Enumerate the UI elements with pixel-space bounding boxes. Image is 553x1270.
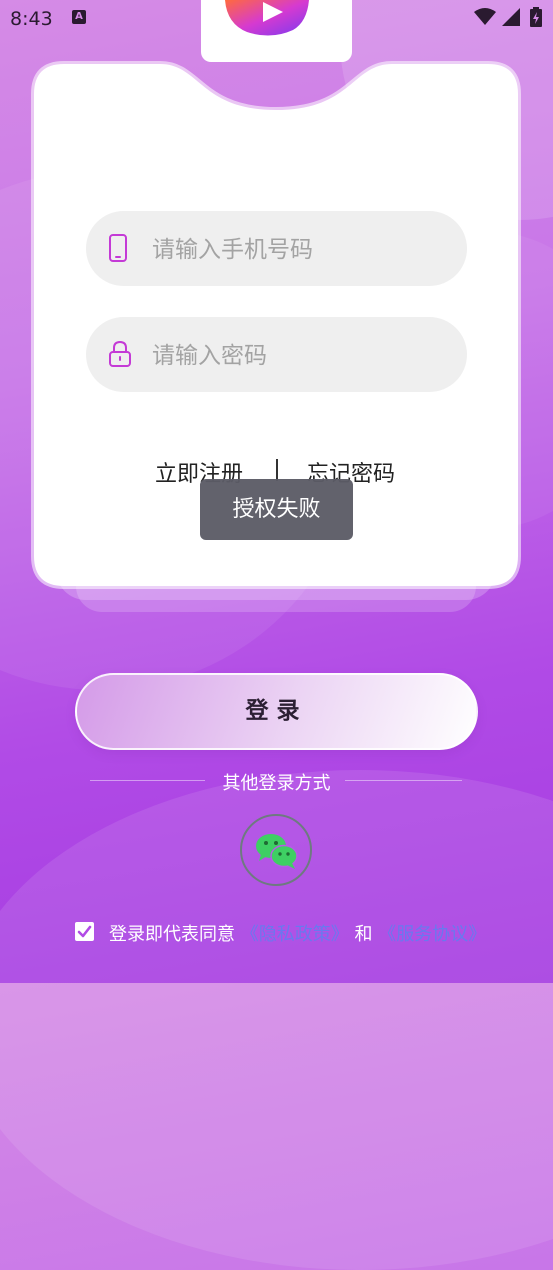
password-input[interactable] [150, 317, 444, 394]
divider-line [345, 780, 462, 781]
password-input-box[interactable] [86, 317, 467, 394]
checkmark-icon [77, 925, 92, 938]
login-button[interactable]: 登录 [75, 673, 478, 750]
status-time: 8:43 [10, 8, 53, 30]
agreement-checkbox[interactable] [75, 922, 94, 941]
battery-icon [530, 7, 542, 27]
phone-input[interactable] [150, 211, 444, 288]
phone-input-box[interactable] [86, 211, 467, 288]
wifi-icon [474, 8, 496, 25]
links-divider [276, 459, 278, 481]
other-login-label: 其他登录方式 [222, 773, 331, 794]
service-agreement-link[interactable]: 《服务协议》 [378, 924, 486, 945]
lock-icon [109, 340, 131, 367]
wechat-icon [256, 834, 298, 869]
toast-message: 授权失败 [200, 479, 353, 540]
wechat-login-button[interactable] [240, 814, 312, 886]
a-notification-icon: A [72, 10, 86, 24]
agreement-text: 登录即代表同意 《隐私政策》 和 《服务协议》 [109, 920, 486, 946]
privacy-policy-link[interactable]: 《隐私政策》 [241, 924, 349, 945]
app-logo-card [201, 0, 352, 62]
agreement-prefix: 登录即代表同意 [109, 924, 235, 945]
signal-icon [502, 8, 520, 26]
mobile-phone-icon [109, 234, 127, 262]
app-logo-icon [225, 0, 309, 36]
agreement-and: 和 [354, 924, 373, 945]
